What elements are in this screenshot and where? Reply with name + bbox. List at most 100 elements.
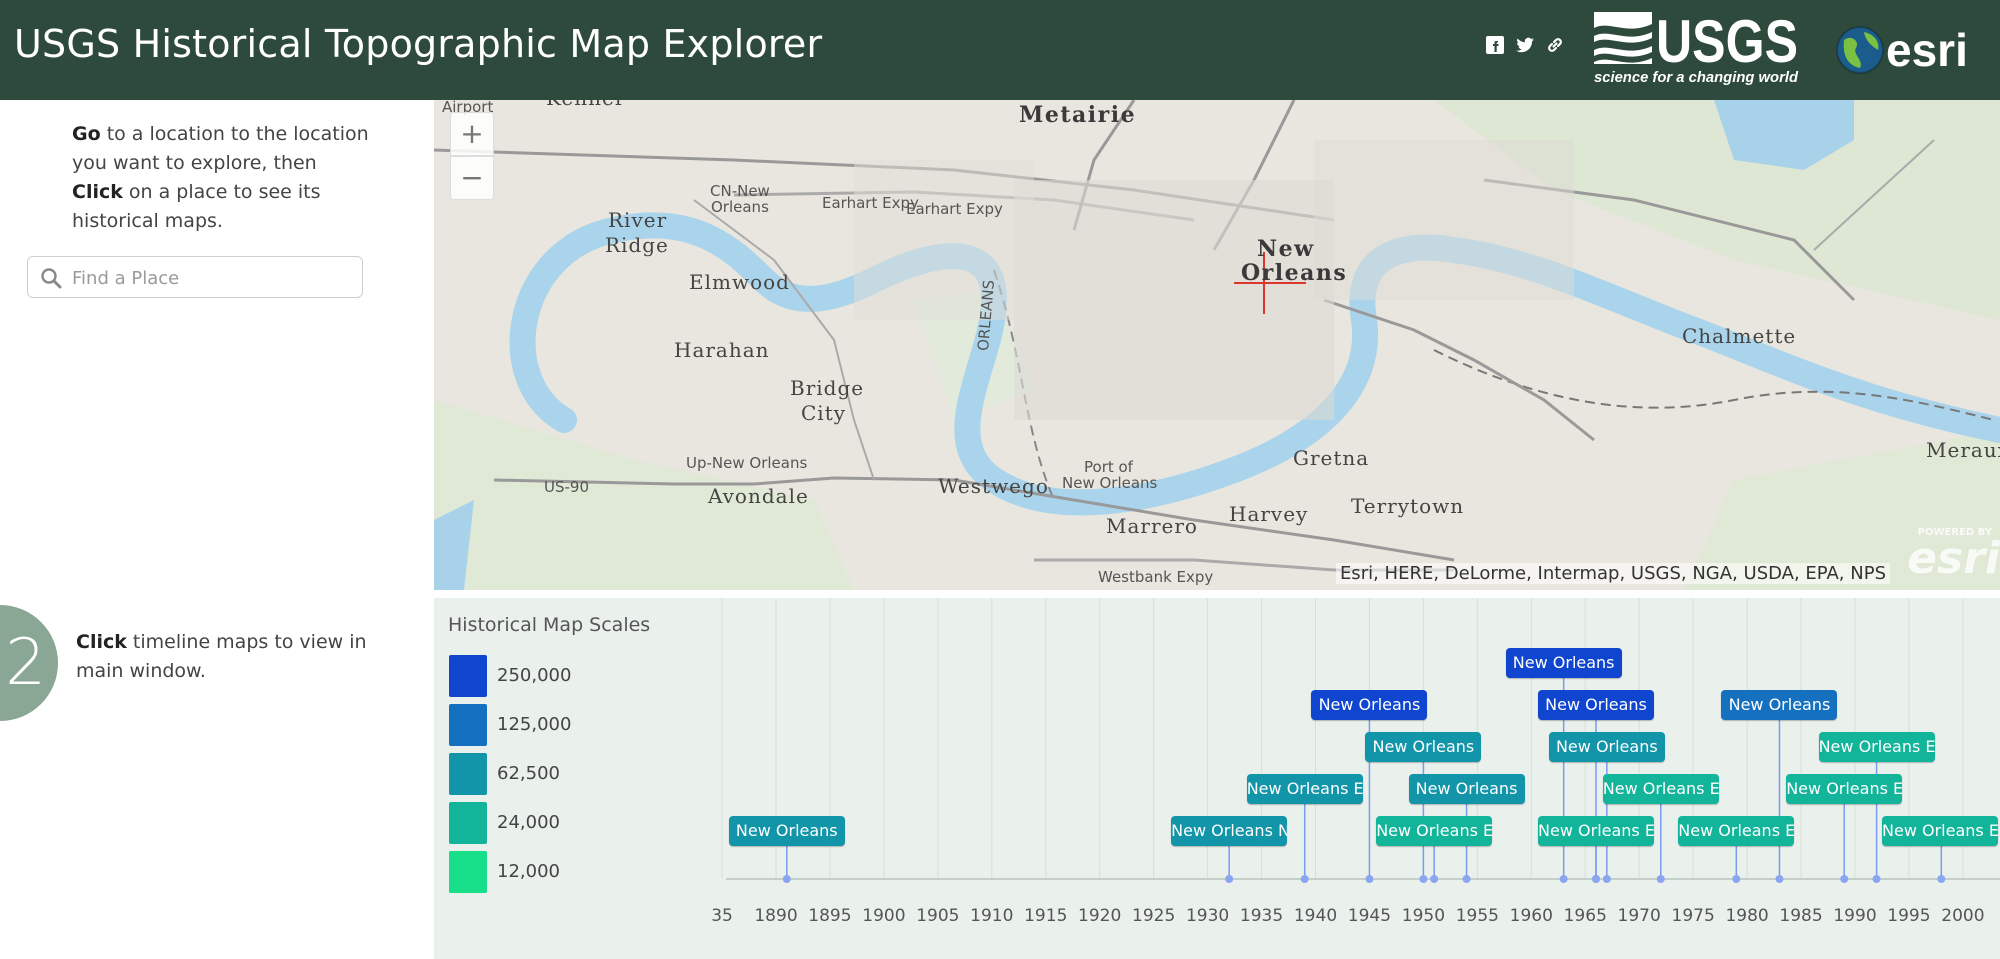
scale-swatch[interactable] — [449, 851, 487, 893]
axis-year-label: 2000 — [1941, 906, 1985, 926]
link-icon[interactable] — [1544, 34, 1566, 56]
map-label: Bridge — [790, 376, 865, 400]
axis-year-label: 1920 — [1078, 906, 1122, 926]
esri-logo-text: esri — [1886, 24, 1968, 76]
timeline-dot — [1775, 875, 1784, 883]
map-label: Westbank Expy — [1098, 568, 1214, 586]
map-label: Avondale — [708, 484, 809, 508]
axis-year-label: 1970 — [1617, 906, 1661, 926]
scale-swatch[interactable] — [449, 704, 487, 746]
map-attribution: Esri, HERE, DeLorme, Intermap, USGS, NGA… — [1335, 563, 1890, 584]
usgs-logo-text: USGS — [1656, 10, 1798, 75]
scale-swatch[interactable] — [449, 655, 487, 697]
scale-label: 24,000 — [497, 812, 560, 833]
map-label: Chalmette — [1682, 324, 1797, 348]
map-label: Gretna — [1293, 446, 1370, 470]
map-label: Meraux — [1926, 438, 2000, 462]
axis-year-label: 1910 — [970, 906, 1014, 926]
axis-year-label: 1985 — [1779, 906, 1823, 926]
axis-year-label: 35 — [711, 906, 733, 926]
timeline-map-button[interactable]: New Orleans — [1505, 648, 1622, 678]
timeline-dot — [1937, 875, 1946, 883]
timeline-dot — [1602, 875, 1611, 883]
map-label: River — [608, 208, 668, 232]
timeline-map-button[interactable]: New Orleans — [1311, 690, 1428, 720]
map-timeline-divider — [434, 590, 2000, 598]
map-label: Earhart Expy — [906, 200, 1003, 218]
go-keyword: Go — [72, 123, 101, 145]
map-view[interactable]: Metairie New Orleans River Ridge Elmwood Harah… — [434, 100, 2000, 590]
map-label: Orleans — [1241, 260, 1348, 286]
timeline-dot — [1365, 875, 1374, 883]
map-label: Metairie — [1019, 102, 1137, 128]
map-label: New Orleans — [1062, 474, 1158, 492]
zoom-out-button[interactable]: − — [450, 156, 494, 200]
timeline-map-button[interactable]: New Orleans N — [1171, 816, 1288, 846]
axis-year-label: 1945 — [1347, 906, 1392, 926]
map-label: Westwego — [938, 474, 1049, 498]
scales-title: Historical Map Scales — [448, 614, 651, 636]
step1-text: to a location to the location you want t… — [72, 123, 369, 174]
timeline-dot — [1872, 875, 1881, 883]
timeline-map-button[interactable]: New Orleans — [1548, 732, 1665, 762]
esri-watermark: esri — [1907, 533, 2000, 584]
axis-year-label: 1975 — [1671, 906, 1715, 926]
timeline-dot — [1225, 875, 1234, 883]
timeline-dot — [1592, 875, 1601, 883]
axis-year-label: 1965 — [1563, 906, 1607, 926]
search-icon — [41, 268, 62, 289]
timeline-map-button[interactable]: New Orleans E — [1246, 774, 1363, 804]
timeline-map-button[interactable]: New Orleans E — [1678, 816, 1795, 846]
map-label: Terrytown — [1351, 494, 1465, 518]
map-label: Harvey — [1229, 502, 1309, 526]
map-label: New — [1257, 236, 1315, 262]
map-label: Ridge — [605, 233, 669, 257]
axis-year-label: 1960 — [1509, 906, 1553, 926]
twitter-icon[interactable] — [1514, 34, 1536, 56]
timeline-map-button[interactable]: New Orleans E — [1538, 816, 1655, 846]
esri-logo[interactable]: esri — [1834, 20, 1980, 78]
map-label: City — [801, 401, 847, 425]
timeline-map-button[interactable]: New Orleans E — [1818, 732, 1935, 762]
timeline-map-button[interactable]: New Orleans — [1365, 732, 1482, 762]
search-input[interactable] — [70, 257, 354, 299]
scale-label: 250,000 — [497, 665, 572, 686]
axis-year-label: 1995 — [1887, 906, 1931, 926]
timeline-dot — [782, 875, 791, 883]
map-label: US-90 — [544, 478, 589, 496]
axis-year-label: 1915 — [1024, 906, 1068, 926]
timeline-map-button[interactable]: New Orleans — [1408, 774, 1525, 804]
timeline-dot — [1732, 875, 1741, 883]
timeline-dot — [1462, 875, 1471, 883]
timeline-map-button[interactable]: New Orleans — [1538, 690, 1655, 720]
scale-swatch[interactable] — [449, 753, 487, 795]
zoom-in-button[interactable]: + — [450, 112, 494, 156]
timeline-map-button[interactable]: New Orleans — [728, 816, 845, 846]
timeline-map-button[interactable]: New Orleans E — [1786, 774, 1903, 804]
axis-year-label: 1900 — [862, 906, 906, 926]
map-label: Up-New Orleans — [686, 454, 808, 472]
axis-year-label: 1925 — [1132, 906, 1176, 926]
timeline-map-button[interactable]: New Orleans — [1721, 690, 1838, 720]
left-panel: Go to a location to the location you wan… — [0, 100, 434, 959]
timeline-dot — [1559, 875, 1568, 883]
timeline-dot — [1840, 875, 1849, 883]
step1-instructions: Go to a location to the location you wan… — [72, 120, 372, 236]
axis-year-label: 1990 — [1833, 906, 1877, 926]
usgs-logo[interactable]: USGS science for a changing world — [1592, 8, 1800, 86]
map-label: Earhart Expy — [822, 194, 919, 212]
timeline-map-button[interactable]: New Orleans E — [1882, 816, 1998, 846]
timeline-dot — [1430, 875, 1439, 883]
timeline-dot — [1656, 875, 1665, 883]
click-keyword: Click — [72, 181, 123, 203]
axis-year-label: 1895 — [808, 906, 852, 926]
axis-year-label: 1935 — [1239, 906, 1284, 926]
app-header: USGS Historical Topographic Map Explorer… — [0, 0, 2000, 100]
search-box[interactable] — [27, 256, 363, 299]
facebook-icon[interactable] — [1484, 34, 1506, 56]
scale-swatch[interactable] — [449, 802, 487, 844]
axis-year-label: 1930 — [1185, 906, 1230, 926]
map-label: Harahan — [674, 338, 770, 362]
timeline-map-button[interactable]: New Orleans E — [1376, 816, 1493, 846]
timeline-map-button[interactable]: New Orleans E — [1602, 774, 1719, 804]
